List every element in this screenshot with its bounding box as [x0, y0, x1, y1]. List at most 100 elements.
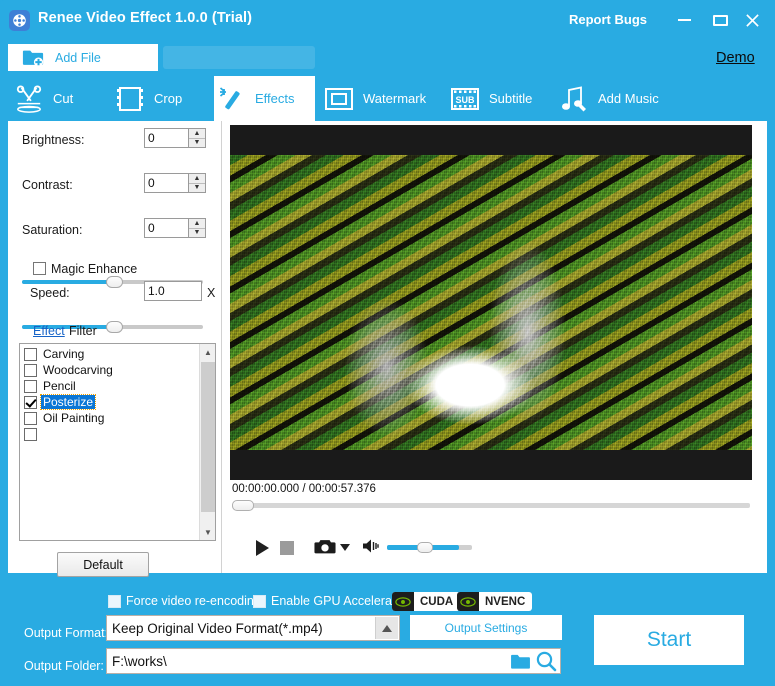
brightness-slider-knob[interactable]	[106, 276, 123, 288]
cuda-badge[interactable]: CUDA	[392, 592, 460, 611]
list-item[interactable]: Woodcarving	[20, 362, 198, 378]
tab-crop[interactable]: Crop	[113, 76, 210, 121]
play-icon[interactable]	[256, 540, 269, 556]
effect-checkbox[interactable]	[24, 380, 37, 393]
saturation-input[interactable]: 0	[144, 218, 189, 238]
gpu-accel-checkbox-row[interactable]: Enable GPU Acceleration	[253, 594, 412, 608]
list-item[interactable]: Posterize	[20, 394, 198, 410]
cuda-label: CUDA	[420, 596, 453, 608]
output-format-select[interactable]: Keep Original Video Format(*.mp4)	[106, 615, 400, 641]
output-folder-label: Output Folder:	[24, 659, 104, 673]
contrast-stepper[interactable]: ▲ ▼	[189, 173, 206, 193]
demo-link[interactable]: Demo	[716, 50, 755, 66]
camera-icon[interactable]	[314, 538, 336, 555]
filter-tab-link[interactable]: Filter	[69, 324, 97, 338]
effect-label: Oil Painting	[41, 411, 106, 425]
folder-icon[interactable]	[510, 653, 531, 675]
tab-effects-label: Effects	[255, 91, 295, 106]
effect-list-scrollbar[interactable]: ▲ ▼	[199, 344, 215, 540]
chevron-up-icon[interactable]: ▲	[200, 344, 216, 360]
tab-subtitle[interactable]: SUB Subtitle	[448, 76, 550, 121]
video-posterize-grain	[230, 155, 752, 450]
gpu-accel-label: Enable GPU Acceleration	[271, 594, 412, 608]
speaker-icon[interactable]	[361, 537, 381, 555]
tab-add-music[interactable]: Add Music	[557, 76, 679, 121]
saturation-stepper-down[interactable]: ▼	[189, 229, 205, 238]
effect-checkbox[interactable]	[24, 396, 37, 409]
effects-controls-column: Brightness: 0 ▲ ▼ Contrast: 0 ▲ ▼	[8, 121, 220, 573]
magic-enhance-label: Magic Enhance	[51, 262, 137, 276]
effect-label: Carving	[41, 347, 86, 361]
stop-icon[interactable]	[280, 541, 294, 555]
brightness-input[interactable]: 0	[144, 128, 189, 148]
default-button[interactable]: Default	[57, 552, 149, 577]
effect-list[interactable]: Carving Woodcarving Pencil Posterize	[19, 343, 216, 541]
brightness-stepper-up[interactable]: ▲	[189, 129, 205, 139]
tab-cut[interactable]: Cut	[12, 76, 108, 121]
tab-watermark[interactable]: Watermark	[322, 76, 442, 121]
list-item[interactable]: Carving	[20, 346, 198, 362]
force-reencode-checkbox-row[interactable]: Force video re-encoding	[108, 594, 261, 608]
magic-enhance-checkbox[interactable]	[33, 262, 46, 275]
seek-knob[interactable]	[232, 500, 254, 511]
effect-checkbox[interactable]	[24, 428, 37, 441]
seek-slider[interactable]	[232, 500, 750, 511]
nvenc-badge[interactable]: NVENC	[457, 592, 532, 611]
effect-checkbox[interactable]	[24, 412, 37, 425]
tab-add-music-label: Add Music	[598, 91, 659, 106]
output-settings-button[interactable]: Output Settings	[410, 615, 562, 640]
list-item[interactable]	[20, 426, 198, 442]
content-panel: Brightness: 0 ▲ ▼ Contrast: 0 ▲ ▼	[8, 121, 767, 573]
magnifier-icon[interactable]	[535, 650, 557, 677]
folder-plus-icon	[22, 48, 44, 72]
effect-label: Posterize	[41, 395, 95, 409]
add-file-label: Add File	[55, 51, 101, 65]
brightness-stepper[interactable]: ▲ ▼	[189, 128, 206, 148]
chevron-down-icon[interactable]: ▼	[200, 524, 216, 540]
output-format-label: Output Format:	[24, 626, 108, 640]
music-note-pencil-icon	[557, 84, 591, 114]
title-bar: Renee Video Effect 1.0.0 (Trial) Report …	[0, 0, 775, 40]
minimize-icon[interactable]	[673, 10, 695, 30]
volume-slider[interactable]	[387, 542, 472, 553]
saturation-stepper[interactable]: ▲ ▼	[189, 218, 206, 238]
film-frame-icon	[113, 84, 147, 114]
video-preview[interactable]	[230, 125, 752, 480]
contrast-input[interactable]: 0	[144, 173, 189, 193]
nvenc-label: NVENC	[485, 596, 525, 608]
speed-input[interactable]: 1.0	[144, 281, 202, 301]
tab-watermark-label: Watermark	[363, 91, 426, 106]
tab-effects[interactable]: Effects	[214, 76, 315, 121]
tab-cut-label: Cut	[53, 91, 73, 106]
saturation-label: Saturation:	[22, 223, 82, 237]
tab-subtitle-label: Subtitle	[489, 91, 532, 106]
force-reencode-checkbox[interactable]	[108, 595, 121, 608]
maximize-icon[interactable]	[709, 10, 731, 30]
saturation-stepper-up[interactable]: ▲	[189, 219, 205, 229]
scrollbar-thumb[interactable]	[201, 362, 215, 512]
contrast-slider-knob[interactable]	[106, 321, 123, 333]
volume-knob[interactable]	[417, 542, 433, 553]
effect-checkbox[interactable]	[24, 364, 37, 377]
effect-tab-link[interactable]: Effect	[33, 324, 65, 338]
effect-checkbox[interactable]	[24, 348, 37, 361]
close-icon[interactable]	[741, 10, 763, 30]
contrast-stepper-up[interactable]: ▲	[189, 174, 205, 184]
caret-down-icon[interactable]	[340, 544, 350, 551]
output-folder-input[interactable]: F:\works\	[106, 648, 561, 674]
output-format-value: Keep Original Video Format(*.mp4)	[112, 621, 323, 636]
start-button[interactable]: Start	[594, 615, 744, 665]
speed-unit-label: X	[207, 286, 215, 300]
list-item[interactable]: Oil Painting	[20, 410, 198, 426]
list-item[interactable]: Pencil	[20, 378, 198, 394]
report-bugs-link[interactable]: Report Bugs	[569, 12, 647, 27]
caret-up-icon[interactable]	[375, 617, 398, 639]
tab-bar: Cut Crop Effects	[0, 76, 775, 121]
gpu-accel-checkbox[interactable]	[253, 595, 266, 608]
add-file-button[interactable]: Add File	[8, 44, 158, 71]
frame-icon	[322, 84, 356, 114]
panel-divider	[221, 121, 222, 573]
add-file-ghost-button[interactable]	[163, 46, 315, 69]
brightness-stepper-down[interactable]: ▼	[189, 139, 205, 148]
contrast-stepper-down[interactable]: ▼	[189, 184, 205, 193]
